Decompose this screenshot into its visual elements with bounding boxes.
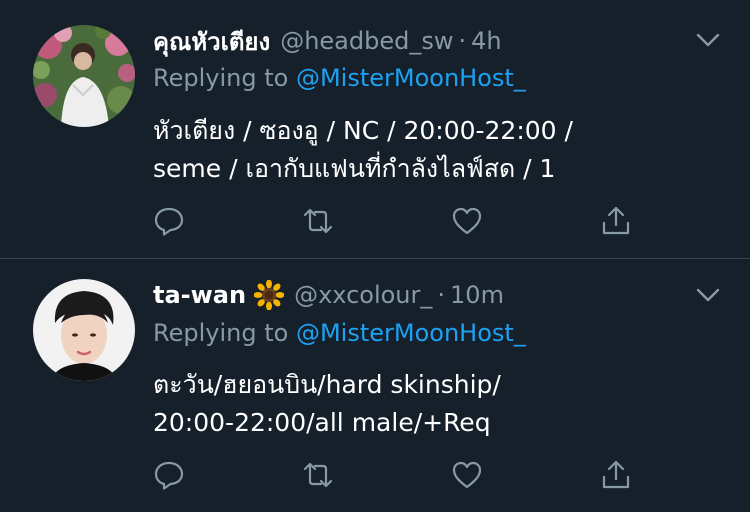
share-button[interactable]	[596, 201, 636, 241]
avatar[interactable]	[33, 279, 135, 381]
reply-mention-link[interactable]: @MisterMoonHost_	[296, 319, 526, 347]
tweet-header: ta-wan @xxcolour_ · 10m	[153, 278, 504, 312]
user-handle[interactable]: @xxcolour_	[294, 281, 432, 309]
tweet-header: คุณหัวเตียง @headbed_sw · 4h	[153, 24, 502, 58]
reply-icon	[154, 207, 184, 236]
tweet-text: หัวเตียง / ซองอู / NC / 20:00-22:00 / se…	[153, 112, 573, 188]
tweet-text-line: ตะวัน/ฮยอนบิน/hard skinship/	[153, 370, 501, 399]
display-name[interactable]: คุณหัวเตียง	[153, 22, 270, 61]
retweet-button[interactable]	[298, 455, 338, 495]
tweet-text-line: หัวเตียง / ซองอู / NC / 20:00-22:00 /	[153, 116, 573, 145]
tweet-text: ตะวัน/ฮยอนบิน/hard skinship/ 20:00-22:00…	[153, 366, 501, 442]
tweet[interactable]: คุณหัวเตียง @headbed_sw · 4h Replying to…	[0, 0, 750, 258]
replying-to: Replying to @MisterMoonHost_	[153, 319, 526, 347]
retweet-icon	[303, 462, 333, 488]
avatar[interactable]	[33, 25, 135, 127]
chevron-down-icon[interactable]	[694, 30, 722, 50]
timestamp[interactable]: 10m	[450, 281, 504, 309]
replying-prefix: Replying to	[153, 64, 289, 92]
reply-mention-link[interactable]: @MisterMoonHost_	[296, 64, 526, 92]
retweet-icon	[303, 208, 333, 234]
display-name[interactable]: ta-wan	[153, 281, 246, 309]
like-icon	[452, 207, 482, 235]
tweet[interactable]: ta-wan @xxcolour_ · 10m Replying to @Mis…	[0, 259, 750, 512]
replying-to: Replying to @MisterMoonHost_	[153, 64, 526, 92]
like-icon	[452, 461, 482, 489]
share-button[interactable]	[596, 455, 636, 495]
tweet-text-line: seme / เอากับแฟนที่กำลังไลฟ์สด / 1	[153, 154, 556, 183]
reply-icon	[154, 461, 184, 490]
action-bar	[0, 201, 750, 241]
sunflower-emoji-icon	[254, 280, 285, 310]
timestamp[interactable]: 4h	[471, 27, 501, 55]
retweet-button[interactable]	[298, 201, 338, 241]
separator-dot: ·	[437, 281, 446, 309]
user-handle[interactable]: @headbed_sw	[280, 27, 453, 55]
separator-dot: ·	[458, 27, 467, 55]
action-bar	[0, 455, 750, 495]
share-icon	[602, 206, 630, 235]
share-icon	[602, 460, 630, 489]
chevron-down-icon[interactable]	[694, 285, 722, 305]
reply-button[interactable]	[149, 455, 189, 495]
like-button[interactable]	[447, 201, 487, 241]
reply-button[interactable]	[149, 201, 189, 241]
replying-prefix: Replying to	[153, 319, 289, 347]
tweet-text-line: 20:00-22:00/all male/+Req	[153, 408, 491, 437]
like-button[interactable]	[447, 455, 487, 495]
